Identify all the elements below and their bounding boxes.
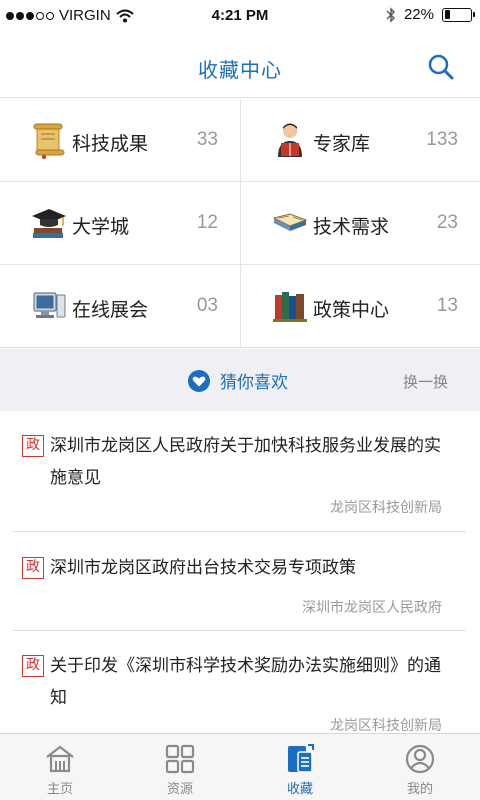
category-count: 12 [196, 212, 218, 233]
profile-icon [405, 744, 435, 774]
battery-fill [444, 10, 450, 19]
news-source: 深圳市龙岗区人民政府 [302, 600, 442, 616]
tab-label: 主页 [46, 782, 73, 797]
status-right: 22% [386, 6, 475, 23]
news-title: 深圳市龙岗区政府出台技术交易专项政策 [50, 558, 356, 578]
tab-favorites[interactable]: 收藏 [240, 734, 360, 800]
news-item[interactable]: 政 关于印发《深圳市科学技术奖励办法实施细则》的通知 龙岗区科技创新局 [12, 631, 466, 733]
category-label: 大学城 [72, 216, 130, 238]
battery-icon [442, 7, 475, 22]
category-count: 133 [426, 129, 458, 150]
news-item[interactable]: 政 深圳市龙岗区政府出台技术交易专项政策 深圳市龙岗区人民政府 [12, 532, 466, 631]
category-label: 在线展会 [72, 299, 149, 321]
news-source: 龙岗区科技创新局 [330, 500, 442, 516]
news-title: 深圳市龙岗区人民政府关于加快科技服务业发展的实施意见 [50, 436, 441, 488]
nav-bar: 收藏中心 [0, 32, 480, 98]
category-label: 科技成果 [72, 133, 149, 155]
recommend-title: 猜你喜欢 [220, 373, 288, 393]
news-source: 龙岗区科技创新局 [330, 718, 442, 733]
category-count: 33 [196, 129, 218, 150]
home-icon [46, 745, 74, 773]
policy-tag: 政 [22, 557, 44, 579]
policy-tag: 政 [22, 655, 44, 677]
tab-home[interactable]: 主页 [0, 734, 120, 800]
news-item[interactable]: 政 深圳市龙岗区人民政府关于加快科技服务业发展的实施意见 龙岗区科技创新局 [12, 411, 466, 532]
tab-label: 收藏 [286, 782, 313, 797]
status-bar: VIRGIN 4:21 PM 22% [0, 0, 480, 32]
tab-resources[interactable]: 资源 [120, 734, 240, 800]
category-count: 03 [196, 295, 218, 316]
policy-tag: 政 [22, 435, 44, 457]
page-title: 收藏中心 [198, 58, 282, 82]
category-label: 技术需求 [313, 216, 390, 238]
graduation-cap-icon [32, 209, 66, 238]
category-label: 政策中心 [313, 299, 390, 321]
recommend-header: 猜你喜欢 换一换 [0, 349, 480, 411]
category-university-city[interactable]: 大学城 12 [0, 182, 240, 265]
open-book-icon [272, 213, 308, 231]
category-count: 23 [436, 212, 458, 233]
books-icon [273, 292, 307, 322]
category-label: 专家库 [313, 133, 371, 155]
bluetooth-icon [386, 6, 395, 23]
scroll-icon [33, 123, 65, 159]
refresh-button[interactable]: 换一换 [403, 371, 448, 392]
heart-icon [188, 369, 210, 392]
category-online-exhibition[interactable]: 在线展会 03 [0, 265, 240, 348]
search-icon[interactable] [426, 52, 456, 82]
category-tech-achievements[interactable]: 科技成果 33 [0, 99, 240, 182]
category-expert-library[interactable]: 专家库 133 [240, 99, 480, 182]
category-grid: 科技成果 33 专家库 133 大学城 12 技术需求 23 在线展会 03 政… [0, 99, 480, 348]
expert-icon [278, 123, 302, 157]
category-tech-demand[interactable]: 技术需求 23 [240, 182, 480, 265]
grid-icon [165, 744, 195, 774]
computer-icon [33, 292, 66, 318]
tab-label: 资源 [166, 782, 193, 797]
favorites-icon [288, 744, 314, 773]
news-title: 关于印发《深圳市科学技术奖励办法实施细则》的通知 [50, 656, 441, 708]
battery-percent: 22% [403, 6, 434, 23]
news-list: 政 深圳市龙岗区人民政府关于加快科技服务业发展的实施意见 龙岗区科技创新局 政 … [0, 411, 480, 733]
recommend-title-wrap: 猜你喜欢 [188, 368, 288, 393]
tab-profile[interactable]: 我的 [360, 734, 480, 800]
tab-label: 我的 [406, 782, 433, 797]
category-policy-center[interactable]: 政策中心 13 [240, 265, 480, 348]
tab-bar: 主页 资源 收藏 我的 [0, 733, 480, 800]
category-count: 13 [436, 295, 458, 316]
